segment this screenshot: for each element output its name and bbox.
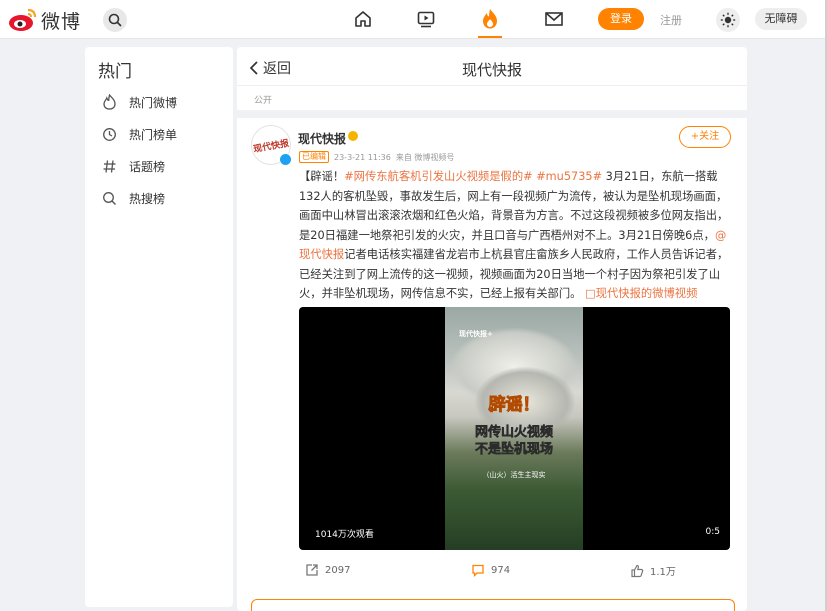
hashtag-icon <box>103 159 116 173</box>
repost-count: 2097 <box>325 564 351 576</box>
weibo-eye-icon <box>9 8 37 31</box>
search-button[interactable] <box>103 8 127 32</box>
search-icon <box>108 13 122 27</box>
thumbs-up-icon <box>631 564 644 577</box>
login-button[interactable]: 登录 <box>598 8 644 30</box>
page-title: 现代快报 <box>461 61 522 79</box>
visibility-label: 公开 <box>254 96 273 106</box>
post-timestamp[interactable]: 23-3-21 11:36 <box>334 153 391 162</box>
sidebar-item-topics[interactable]: 话题榜 <box>102 155 165 177</box>
nav-active-indicator <box>478 36 502 38</box>
video-subtitle-line: 网传山火视频 <box>474 425 554 441</box>
section-separator <box>237 110 747 118</box>
video-duration: 0:5 <box>705 527 720 537</box>
sidebar: 热门 热门微博 热门榜单 话题榜 热搜榜 <box>85 47 233 607</box>
sun-icon <box>720 12 736 28</box>
nav-home[interactable] <box>351 7 375 31</box>
sidebar-item-label: 话题榜 <box>129 159 166 174</box>
repost-icon <box>306 564 318 576</box>
video-title-overlay: 辟谣！ <box>488 395 540 416</box>
post-username[interactable]: 现代快报 <box>298 130 346 147</box>
next-card-edge <box>251 599 735 611</box>
hot-fire-icon <box>483 9 497 29</box>
post-text-segment: 【辟谣！ <box>299 170 345 183</box>
post-source: 来自 微博视频号 <box>395 152 455 162</box>
comment-count: 974 <box>491 564 511 576</box>
post-text: 【辟谣！#网传东航客机引发山火视频是假的# #mu5735# 3月21日，东航一… <box>299 167 729 304</box>
video-view-count: 1014万次观看 <box>315 530 374 540</box>
fire-outline-icon <box>103 94 116 110</box>
search-icon <box>103 191 116 205</box>
weibo-logo[interactable]: 微博 <box>8 6 88 34</box>
like-count: 1.1万 <box>650 567 676 578</box>
video-subtitle-line: 不是坠机现场 <box>474 442 554 458</box>
edited-tag: 已编辑 <box>299 151 329 163</box>
mail-icon <box>545 12 563 26</box>
clock-icon <box>103 127 116 141</box>
user-level-badge-icon <box>348 131 358 141</box>
post-actions: 2097 974 1.1万 <box>237 563 747 585</box>
top-bar: 微博 登录 注册 无障碍 <box>0 0 827 39</box>
video-player[interactable]: 现代快报+ 辟谣！ 网传山火视频 不是坠机现场 （山火）活生主现实 1014万次… <box>299 307 730 550</box>
video-thumbnail: 现代快报+ 辟谣！ 网传山火视频 不是坠机现场 （山火）活生主现实 <box>445 307 583 550</box>
sidebar-item-label: 热搜榜 <box>129 191 166 206</box>
video-subtitle-overlay: 网传山火视频 不是坠机现场 <box>445 424 583 458</box>
follow-button[interactable]: +关注 <box>679 126 731 148</box>
nav-messages[interactable] <box>542 7 566 31</box>
nav-video[interactable] <box>414 7 438 31</box>
comment-icon <box>472 564 484 577</box>
topic-link[interactable]: #mu5735# <box>536 170 602 183</box>
theme-toggle-button[interactable] <box>716 8 740 32</box>
video-link[interactable]: □现代快报的微博视频 <box>585 287 697 300</box>
verified-badge-icon <box>279 153 292 166</box>
avatar-text: 现代快报 <box>252 138 290 155</box>
accessibility-button[interactable]: 无障碍 <box>755 8 807 30</box>
comment-button[interactable]: 974 <box>471 563 510 577</box>
sidebar-item-label: 热门榜单 <box>129 127 178 142</box>
sidebar-title: 热门 <box>98 62 132 82</box>
video-icon <box>417 11 435 28</box>
post-meta: 已编辑 23-3-21 11:36 来自 微博视频号 <box>299 151 454 163</box>
nav-hot[interactable] <box>478 7 502 31</box>
video-watermark: 现代快报+ <box>459 330 493 338</box>
video-caption: （山火）活生主现实 <box>482 471 546 479</box>
register-link[interactable]: 注册 <box>660 12 682 28</box>
sidebar-item-label: 热门微博 <box>129 95 178 110</box>
sidebar-item-hot-weibo[interactable]: 热门微博 <box>102 91 177 113</box>
sidebar-item-hot-search[interactable]: 热搜榜 <box>102 187 165 209</box>
like-button[interactable]: 1.1万 <box>630 563 676 578</box>
repost-button[interactable]: 2097 <box>305 563 350 577</box>
main-panel: 返回 现代快报 公开 现代快报 现代快报 +关注 已编辑 23-3-21 11:… <box>237 47 747 611</box>
logo-text: 微博 <box>41 11 82 33</box>
divider <box>237 85 747 86</box>
home-icon <box>355 11 371 27</box>
topic-link[interactable]: #网传东航客机引发山火视频是假的# <box>344 170 532 183</box>
sidebar-item-hot-list[interactable]: 热门榜单 <box>102 123 177 145</box>
